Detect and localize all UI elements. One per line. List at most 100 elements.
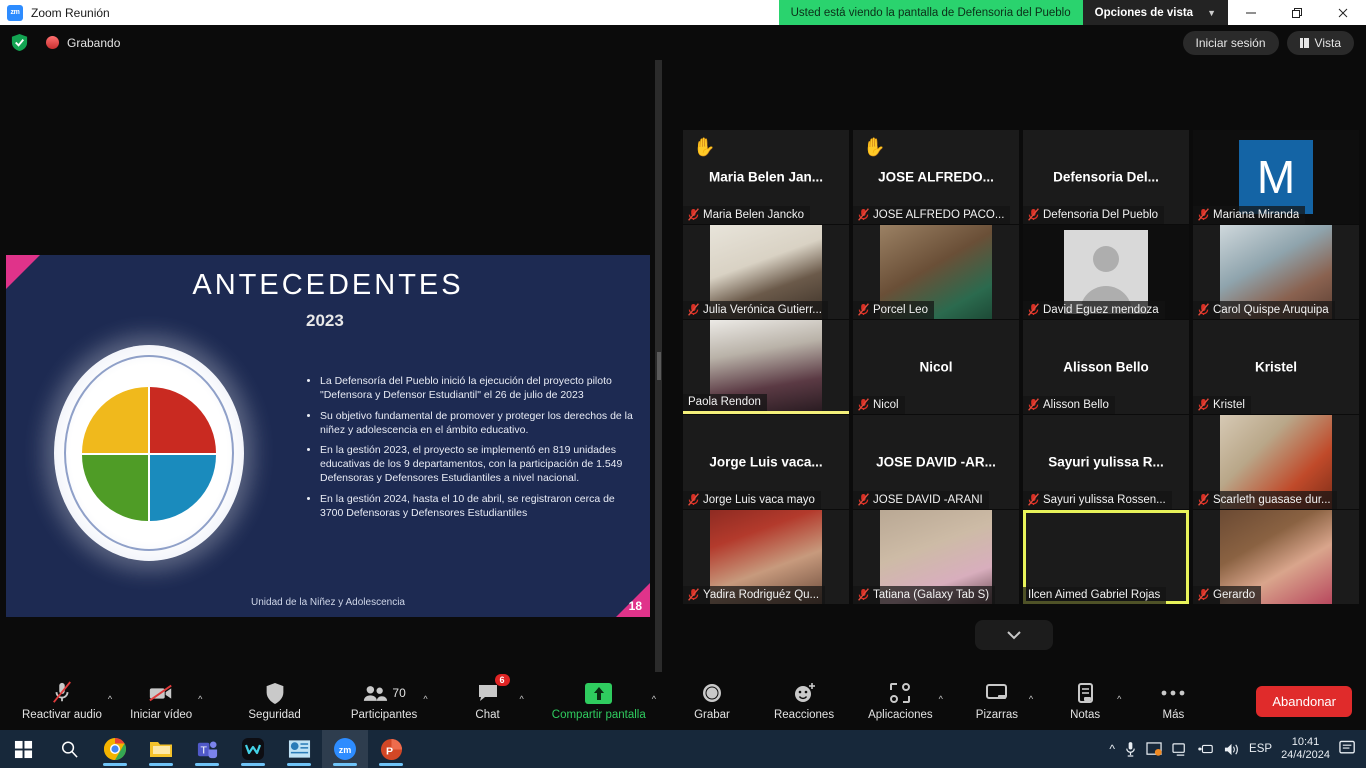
toolbar-button-notes[interactable]: Notas — [1055, 674, 1115, 728]
participant-tile[interactable]: Porcel Leo — [853, 225, 1019, 319]
participant-name-bar: Jorge Luis vaca mayo — [683, 491, 821, 509]
toolbar-label: Chat — [475, 709, 500, 721]
participant-name-bar: Maria Belen Jancko — [683, 206, 810, 224]
toolbar-button-security[interactable]: Seguridad — [244, 674, 304, 728]
toolbar-button-reactions[interactable]: Reacciones — [770, 674, 838, 728]
taskbar-publisher[interactable] — [276, 730, 322, 768]
participant-name: JOSE ALFREDO PACO... — [873, 208, 1005, 221]
toolbar-button-start-video[interactable]: Iniciar vídeo — [126, 674, 196, 728]
share-screen-icon — [585, 681, 613, 705]
audio-options-caret[interactable]: ^ — [108, 694, 112, 704]
participant-tile[interactable]: M Mariana Miranda — [1193, 130, 1359, 224]
taskbar-whatsapp-w[interactable] — [230, 730, 276, 768]
participant-tile[interactable]: JOSE DAVID -AR... JOSE DAVID -ARANI — [853, 415, 1019, 509]
participant-tile[interactable]: Carol Quispe Aruquipa — [1193, 225, 1359, 319]
taskbar-chrome[interactable] — [92, 730, 138, 768]
toolbar-button-apps[interactable]: Aplicaciones — [864, 674, 937, 728]
participant-tile[interactable]: Yadira Rodriguéz Qu... — [683, 510, 849, 604]
close-button[interactable] — [1320, 0, 1366, 25]
participant-name: Tatiana (Galaxy Tab S) — [873, 588, 990, 601]
language-indicator[interactable]: ESP — [1249, 743, 1272, 755]
usb-icon[interactable] — [1198, 742, 1214, 756]
participants-caret[interactable]: ^ — [423, 694, 427, 704]
participant-name-bar: Tatiana (Galaxy Tab S) — [853, 586, 996, 604]
participant-tile[interactable]: Tatiana (Galaxy Tab S) — [853, 510, 1019, 604]
taskbar-powerpoint[interactable]: P — [368, 730, 414, 768]
participant-name: Yadira Rodriguéz Qu... — [703, 588, 820, 601]
pane-resize-handle[interactable] — [655, 60, 662, 672]
raised-hand-icon: ✋ — [693, 137, 716, 157]
toolbar-button-record[interactable]: Grabar — [682, 674, 742, 728]
participant-name-bar: Paola Rendon — [683, 394, 767, 411]
minimize-button[interactable] — [1228, 0, 1274, 25]
participant-tile[interactable]: Paola Rendon — [683, 320, 849, 414]
mic-muted-icon — [1028, 493, 1039, 506]
display-icon[interactable] — [1146, 741, 1163, 757]
participant-name: Julia Verónica Gutierr... — [703, 303, 822, 316]
apps-caret[interactable]: ^ — [939, 694, 943, 704]
slide-bullet: Su objetivo fundamental de promover y pr… — [320, 410, 636, 438]
show-more-participants-button[interactable] — [975, 620, 1053, 650]
sign-in-button[interactable]: Iniciar sesión — [1182, 30, 1279, 55]
meeting-toolbar: Reactivar audio ^ Iniciar vídeo ^ Seguri… — [0, 672, 1366, 730]
participant-name: Carol Quispe Aruquipa — [1213, 303, 1329, 316]
view-options-button[interactable]: Opciones de vista ▼ — [1082, 0, 1228, 25]
participant-name: Maria Belen Jancko — [703, 208, 804, 221]
participant-tile[interactable]: David Eguez mendoza — [1023, 225, 1189, 319]
volume-icon[interactable] — [1223, 742, 1240, 757]
encryption-shield-icon[interactable] — [9, 32, 30, 53]
network-icon[interactable] — [1172, 742, 1189, 757]
notes-caret[interactable]: ^ — [1117, 694, 1121, 704]
participant-tile[interactable]: ✋ Maria Belen Jan... Maria Belen Jancko — [683, 130, 849, 224]
participant-tile[interactable]: Gerardo — [1193, 510, 1359, 604]
chat-caret[interactable]: ^ — [520, 694, 524, 704]
participant-tile[interactable]: Nicol Nicol — [853, 320, 1019, 414]
tray-expand-button[interactable]: ^ — [1109, 742, 1115, 756]
participant-tile[interactable]: Sayuri yulissa R... Sayuri yulissa Rossen… — [1023, 415, 1189, 509]
participant-grid: ✋ Maria Belen Jan... Maria Belen Jancko ✋ JO… — [662, 60, 1366, 672]
microphone-icon[interactable] — [1124, 741, 1137, 758]
slide-year: 2023 — [306, 311, 344, 330]
view-layout-button[interactable]: Vista — [1286, 30, 1354, 55]
video-options-caret[interactable]: ^ — [198, 694, 202, 704]
notifications-icon[interactable] — [1339, 740, 1358, 758]
leave-meeting-button[interactable]: Abandonar — [1256, 685, 1352, 717]
participant-display-name: Sayuri yulissa R... — [1048, 454, 1164, 470]
taskbar-file-explorer[interactable] — [138, 730, 184, 768]
powerpoint-icon: P — [380, 738, 402, 760]
participant-tile[interactable]: Scarleth guasase dur... — [1193, 415, 1359, 509]
participant-name-bar: Kristel — [1193, 396, 1251, 414]
defensoria-emblem-icon — [54, 345, 244, 561]
participant-tile[interactable]: Kristel Kristel — [1193, 320, 1359, 414]
search-button[interactable] — [46, 730, 92, 768]
toolbar-button-share-screen[interactable]: Compartir pantalla — [548, 674, 650, 728]
sign-in-label: Iniciar sesión — [1195, 35, 1266, 50]
toolbar-button-more[interactable]: Más — [1143, 674, 1203, 728]
participant-tile[interactable]: Ilcen Aimed Gabriel Rojas — [1023, 510, 1189, 604]
clock[interactable]: 10:41 24/4/2024 — [1281, 736, 1330, 762]
participant-display-name: Alisson Bello — [1063, 359, 1149, 375]
participant-display-name: Maria Belen Jan... — [708, 169, 824, 185]
raised-hand-icon: ✋ — [863, 137, 886, 157]
toolbar-button-whiteboards[interactable]: Pizarras — [967, 674, 1027, 728]
participant-tile[interactable]: Alisson Bello Alisson Bello — [1023, 320, 1189, 414]
toolbar-button-unmute[interactable]: Reactivar audio — [18, 674, 106, 728]
participant-name-bar: Yadira Rodriguéz Qu... — [683, 586, 826, 604]
toolbar-button-chat[interactable]: 6 Chat — [458, 674, 518, 728]
taskbar-teams[interactable]: T — [184, 730, 230, 768]
whiteboards-caret[interactable]: ^ — [1029, 694, 1033, 704]
toolbar-button-participants[interactable]: 70 Participantes — [347, 674, 421, 728]
start-button[interactable] — [0, 730, 46, 768]
mic-muted-icon — [688, 303, 699, 316]
teams-icon: T — [197, 740, 217, 758]
participant-tile[interactable]: Defensoria Del... Defensoria Del Pueblo — [1023, 130, 1189, 224]
share-caret[interactable]: ^ — [652, 694, 656, 704]
participant-tile[interactable]: Julia Verónica Gutierr... — [683, 225, 849, 319]
mic-muted-icon — [858, 588, 869, 601]
participant-tile[interactable]: Jorge Luis vaca... Jorge Luis vaca mayo — [683, 415, 849, 509]
maximize-button[interactable] — [1274, 0, 1320, 25]
shared-screen-pane[interactable]: ANTECEDENTES 2023 La Defensoría del Pueb… — [0, 60, 655, 672]
participant-tile[interactable]: ✋ JOSE ALFREDO... JOSE ALFREDO PACO... — [853, 130, 1019, 224]
taskbar-zoom[interactable]: zm — [322, 730, 368, 768]
participant-name-bar: Nicol — [853, 396, 905, 414]
